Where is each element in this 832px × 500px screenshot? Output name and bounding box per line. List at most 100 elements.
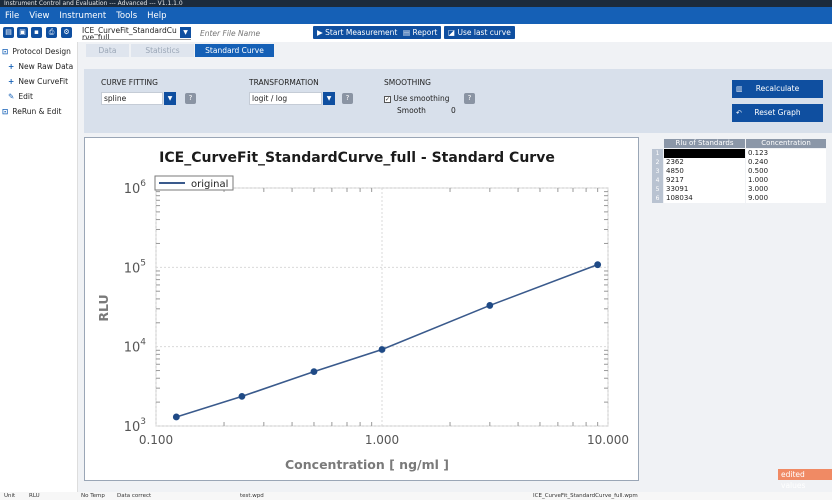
file-select-value: ICE_CurveFit_StandardCurve_full xyxy=(82,26,177,40)
concentration-cell[interactable]: 0.123 xyxy=(746,149,826,158)
transformation-value: logit / log xyxy=(252,94,288,103)
sidebar-item-protocol-design[interactable]: ⊡ Protocol Design xyxy=(2,47,71,56)
sidebar-item-label: Edit xyxy=(18,92,33,101)
save-icon[interactable]: ▪ xyxy=(31,27,42,38)
plot-area xyxy=(155,187,609,427)
sidebar-item-new-raw-data[interactable]: + New Raw Data xyxy=(8,62,73,71)
y-tick-label: 104 xyxy=(124,338,147,356)
help-icon[interactable]: ? xyxy=(464,93,475,104)
table-row[interactable]: 5 33091 3.000 xyxy=(652,185,826,194)
help-icon[interactable]: ? xyxy=(342,93,353,104)
chart-legend: original xyxy=(154,175,234,191)
table-row[interactable]: 1 0.123 xyxy=(652,149,826,158)
report-icon: ▤ xyxy=(403,28,411,37)
window-title: Instrument Control and Evaluation --- Ad… xyxy=(4,0,183,7)
data-point xyxy=(486,302,494,309)
table-row[interactable]: 2 2362 0.240 xyxy=(652,158,826,167)
edited-values-badge: edited values xyxy=(778,469,832,490)
new-file-icon[interactable]: ▤ xyxy=(3,27,14,38)
curve-controls: CURVE FITTING spline ▼ ? TRANSFORMATION … xyxy=(84,69,832,133)
use-last-curve-button[interactable]: ◪ Use last curve xyxy=(444,26,515,39)
settings-icon[interactable]: ⚙ xyxy=(61,27,72,38)
file-select[interactable]: ICE_CurveFit_StandardCurve_full ▼ xyxy=(82,26,191,40)
start-measurement-label: Start Measurement xyxy=(325,28,398,37)
menu-file[interactable]: File xyxy=(5,11,19,21)
help-icon[interactable]: ? xyxy=(185,93,196,104)
filename-input[interactable] xyxy=(200,27,300,39)
rlu-cell[interactable]: 108034 xyxy=(664,194,745,203)
row-index: 1 xyxy=(652,149,663,158)
data-point xyxy=(594,261,602,269)
checkbox-checked-icon[interactable]: ✓ xyxy=(384,96,391,103)
use-smoothing-checkbox[interactable]: ✓ Use smoothing xyxy=(384,94,449,103)
open-folder-icon[interactable]: ▣ xyxy=(17,27,28,38)
chevron-down-icon[interactable]: ▼ xyxy=(323,92,335,105)
undo-icon: ↶ xyxy=(736,109,742,117)
start-measurement-button[interactable]: ▶ Start Measurement xyxy=(313,26,402,39)
column-header-concentration[interactable]: Concentration xyxy=(746,139,826,148)
sidebar-item-label: New Raw Data xyxy=(18,62,74,71)
reset-graph-label: Reset Graph xyxy=(754,108,801,117)
rlu-cell[interactable]: 9217 xyxy=(664,176,745,185)
sidebar-item-rerun-edit[interactable]: ⊡ ReRun & Edit xyxy=(2,107,61,116)
status-bar: Unit RLU No Temp Data correct test.wpd I… xyxy=(0,492,832,500)
sidebar-item-edit[interactable]: ✎ Edit xyxy=(8,92,33,101)
x-tick-label: 1.000 xyxy=(365,433,399,447)
table-row[interactable]: 4 9217 1.000 xyxy=(652,176,826,185)
rlu-cell[interactable]: 4850 xyxy=(664,167,745,176)
tab-statistics[interactable]: Statistics xyxy=(131,44,194,57)
protocol-icon: ⊡ xyxy=(2,47,9,56)
report-label: Report xyxy=(412,28,438,37)
concentration-cell[interactable]: 0.240 xyxy=(746,158,826,167)
rlu-cell[interactable]: 2362 xyxy=(664,158,745,167)
chart-canvas: ICE_CurveFit_StandardCurve_full - Standa… xyxy=(96,150,629,472)
y-tick-label: 105 xyxy=(124,258,146,276)
rlu-cell[interactable] xyxy=(664,149,745,158)
play-icon: ▶ xyxy=(317,28,323,37)
edit-icon: ✎ xyxy=(8,92,15,101)
status-rlu-label: RLU xyxy=(29,493,40,499)
use-smoothing-label: Use smoothing xyxy=(393,94,450,103)
print-icon[interactable]: ⎙ xyxy=(46,27,57,38)
transformation-select[interactable]: logit / log ▼ xyxy=(249,92,335,105)
row-index: 5 xyxy=(652,185,663,194)
data-point xyxy=(378,346,386,353)
menu-help[interactable]: Help xyxy=(147,11,166,21)
menu-bar: File View Instrument Tools Help xyxy=(0,7,832,24)
table-row[interactable]: 6 108034 9.000 xyxy=(652,194,826,203)
sidebar: ⊡ Protocol Design + New Raw Data + New C… xyxy=(0,42,78,492)
menu-view[interactable]: View xyxy=(29,11,49,21)
rlu-cell[interactable]: 33091 xyxy=(664,185,745,194)
status-curve-file: ICE_CurveFit_StandardCurve_full.wpm xyxy=(533,493,638,499)
data-point xyxy=(172,413,180,421)
chevron-down-icon[interactable]: ▼ xyxy=(164,92,176,105)
column-header-rlu[interactable]: Rlu of Standards xyxy=(664,139,745,148)
concentration-cell[interactable]: 9.000 xyxy=(746,194,826,203)
tab-data[interactable]: Data xyxy=(86,44,129,57)
row-index: 3 xyxy=(652,167,663,176)
sidebar-item-label: New CurveFit xyxy=(18,77,69,86)
menu-instrument[interactable]: Instrument xyxy=(59,11,106,21)
sidebar-item-new-curvefit[interactable]: + New CurveFit xyxy=(8,77,68,86)
curve-fitting-select[interactable]: spline ▼ xyxy=(101,92,176,105)
concentration-cell[interactable]: 3.000 xyxy=(746,185,826,194)
recalculate-button[interactable]: ▥ Recalculate xyxy=(732,80,823,98)
tab-standard-curve[interactable]: Standard Curve xyxy=(195,44,274,57)
status-file: test.wpd xyxy=(240,493,264,499)
status-data: Data correct xyxy=(117,493,152,499)
report-button[interactable]: ▤ Report xyxy=(399,26,442,39)
chart-title: ICE_CurveFit_StandardCurve_full - Standa… xyxy=(159,150,555,166)
status-temperature: No Temp xyxy=(81,493,105,499)
reset-graph-button[interactable]: ↶ Reset Graph xyxy=(732,104,823,122)
toolbar: ▤ ▣ ▪ ⎙ ⚙ ICE_CurveFit_StandardCurve_ful… xyxy=(0,24,832,42)
chevron-down-icon[interactable]: ▼ xyxy=(180,27,191,38)
plus-icon: + xyxy=(8,62,15,71)
menu-tools[interactable]: Tools xyxy=(116,11,137,21)
smooth-value[interactable]: 0 xyxy=(451,106,456,115)
row-index: 2 xyxy=(652,158,663,167)
window-titlebar: Instrument Control and Evaluation --- Ad… xyxy=(0,0,832,7)
table-row[interactable]: 3 4850 0.500 xyxy=(652,167,826,176)
concentration-cell[interactable]: 0.500 xyxy=(746,167,826,176)
rerun-icon: ⊡ xyxy=(2,107,9,116)
concentration-cell[interactable]: 1.000 xyxy=(746,176,826,185)
